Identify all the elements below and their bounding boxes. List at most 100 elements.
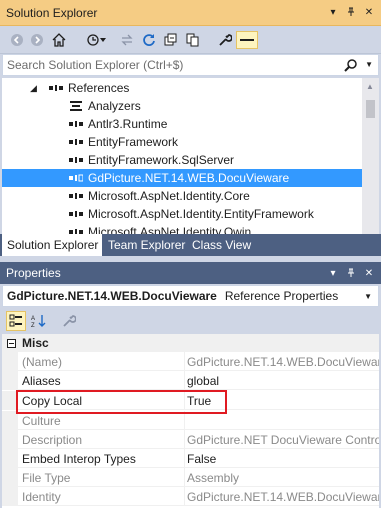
properties-toolbar: AZ	[0, 308, 381, 334]
tab-solution-explorer[interactable]: Solution Explorer	[2, 234, 102, 256]
title-buttons: ▾ ✕	[325, 265, 377, 281]
properties-title: Properties	[6, 266, 61, 280]
solution-tree: ◢ References Analyzers Antlr3.Runtime En…	[2, 78, 379, 234]
tree-item-analyzers[interactable]: Analyzers	[2, 97, 362, 115]
window-position-dropdown-icon[interactable]: ▾	[325, 4, 341, 20]
object-type: Reference Properties	[224, 289, 339, 303]
reference-icon	[68, 206, 84, 222]
property-row[interactable]: Embed Interop Types False	[2, 449, 379, 468]
alphabetical-icon[interactable]: AZ	[30, 312, 48, 330]
tab-team-explorer[interactable]: Team Explorer	[103, 234, 190, 256]
title-buttons: ▾ ✕	[325, 4, 377, 20]
tree-item-reference-selected[interactable]: GdPicture.NET.14.WEB.DocuVieware	[2, 169, 362, 187]
column-divider[interactable]	[184, 371, 185, 390]
expanded-arrow-icon[interactable]: ◢	[30, 83, 42, 94]
tree-item-label: EntityFramework.SqlServer	[88, 153, 235, 167]
tab-class-view[interactable]: Class View	[187, 234, 256, 256]
column-divider[interactable]	[184, 430, 185, 449]
window-position-dropdown-icon[interactable]: ▾	[325, 265, 341, 281]
tree-item-reference[interactable]: EntityFramework	[2, 133, 362, 151]
property-row[interactable]: Aliases global	[2, 371, 379, 390]
property-value[interactable]: False	[187, 452, 379, 466]
column-divider[interactable]	[184, 352, 185, 371]
property-name: Description	[22, 433, 83, 447]
row-margin	[2, 487, 18, 506]
property-name: (Name)	[22, 355, 63, 369]
svg-text:A: A	[31, 316, 35, 322]
row-margin	[2, 449, 18, 468]
tree-item-reference[interactable]: Antlr3.Runtime	[2, 115, 362, 133]
properties-wrench-icon[interactable]	[216, 31, 234, 49]
reference-icon	[68, 116, 84, 132]
solution-explorer-titlebar: Solution Explorer ▾ ✕	[0, 0, 381, 26]
pin-icon[interactable]	[343, 265, 359, 281]
property-row[interactable]: Identity GdPicture.NET.14.WEB.DocuViewar…	[2, 487, 379, 506]
collapse-icon[interactable]	[4, 336, 18, 350]
tree-item-reference[interactable]: Microsoft.AspNet.Identity.EntityFramewor…	[2, 205, 362, 223]
reference-icon	[68, 224, 84, 234]
reference-icon	[68, 152, 84, 168]
property-row[interactable]: Description GdPicture.NET DocuVieware Co…	[2, 430, 379, 449]
sync-icon[interactable]	[118, 31, 136, 49]
row-margin	[2, 352, 18, 371]
property-name: Aliases	[22, 374, 61, 388]
tree-item-label: Analyzers	[88, 99, 141, 113]
tree-item-label: References	[68, 81, 130, 95]
forward-icon[interactable]	[28, 31, 46, 49]
reference-icon	[68, 188, 84, 204]
scrollbar-thumb[interactable]	[366, 100, 375, 118]
back-icon[interactable]	[8, 31, 26, 49]
property-pages-wrench-icon[interactable]	[60, 312, 78, 330]
close-icon[interactable]: ✕	[361, 4, 377, 20]
tree-scrollbar[interactable]: ▲	[362, 78, 379, 234]
property-value: GdPicture.NET DocuVieware Control	[187, 433, 379, 447]
row-margin	[2, 468, 18, 487]
column-divider[interactable]	[184, 487, 185, 506]
tree-item-reference[interactable]: EntityFramework.SqlServer	[2, 151, 362, 169]
chevron-down-icon[interactable]: ▼	[364, 292, 372, 301]
preview-selected-items-icon[interactable]	[236, 31, 258, 49]
refresh-icon[interactable]	[140, 31, 158, 49]
close-icon[interactable]: ✕	[361, 265, 377, 281]
property-row[interactable]: File Type Assembly	[2, 468, 379, 487]
property-value: GdPicture.NET.14.WEB.DocuVieware	[187, 355, 379, 369]
copy-local-highlight-box	[16, 390, 227, 414]
property-name: Embed Interop Types	[22, 452, 136, 466]
tree-item-label: GdPicture.NET.14.WEB.DocuVieware	[88, 171, 290, 185]
tree-item-reference[interactable]: Microsoft.AspNet.Identity.Core	[2, 187, 362, 205]
collapse-all-icon[interactable]	[162, 31, 180, 49]
reference-icon	[68, 170, 84, 186]
tree-item-label: Antlr3.Runtime	[88, 117, 168, 131]
svg-text:Z: Z	[31, 323, 35, 328]
solution-explorer-title: Solution Explorer	[6, 6, 98, 20]
property-row[interactable]: (Name) GdPicture.NET.14.WEB.DocuVieware	[2, 352, 379, 371]
home-icon[interactable]	[50, 31, 68, 49]
property-value: Assembly	[187, 471, 240, 485]
property-name: Culture	[22, 414, 61, 428]
property-name: Identity	[22, 490, 61, 504]
analyzers-icon	[68, 98, 84, 114]
search-options-dropdown-icon[interactable]: ▼	[365, 60, 373, 69]
show-all-files-icon[interactable]	[184, 31, 202, 49]
property-value[interactable]: global	[187, 374, 379, 388]
scroll-up-icon[interactable]: ▲	[366, 82, 374, 91]
history-dropdown-icon[interactable]	[98, 31, 108, 49]
tree-item-label: Microsoft.AspNet.Identity.Owin	[88, 225, 252, 234]
tree-item-label: Microsoft.AspNet.Identity.Core	[88, 189, 250, 203]
column-divider[interactable]	[184, 449, 185, 468]
category-label: Misc	[22, 336, 49, 350]
pin-icon[interactable]	[343, 4, 359, 20]
tree-item-reference[interactable]: Microsoft.AspNet.Identity.Owin	[2, 223, 362, 234]
column-divider[interactable]	[184, 468, 185, 487]
tree-item-references[interactable]: ◢ References	[2, 79, 362, 97]
categorized-icon[interactable]	[6, 311, 26, 331]
properties-object-selector[interactable]: GdPicture.NET.14.WEB.DocuVieware Referen…	[2, 285, 379, 307]
solution-explorer-search: ▼	[2, 54, 379, 76]
solution-explorer-toolbar	[0, 26, 381, 54]
search-input[interactable]	[3, 55, 333, 75]
search-icon[interactable]	[344, 58, 358, 75]
references-icon	[48, 80, 64, 96]
tree-item-label: Microsoft.AspNet.Identity.EntityFramewor…	[88, 207, 314, 221]
category-row-misc[interactable]: Misc	[2, 334, 379, 352]
property-name: File Type	[22, 471, 71, 485]
